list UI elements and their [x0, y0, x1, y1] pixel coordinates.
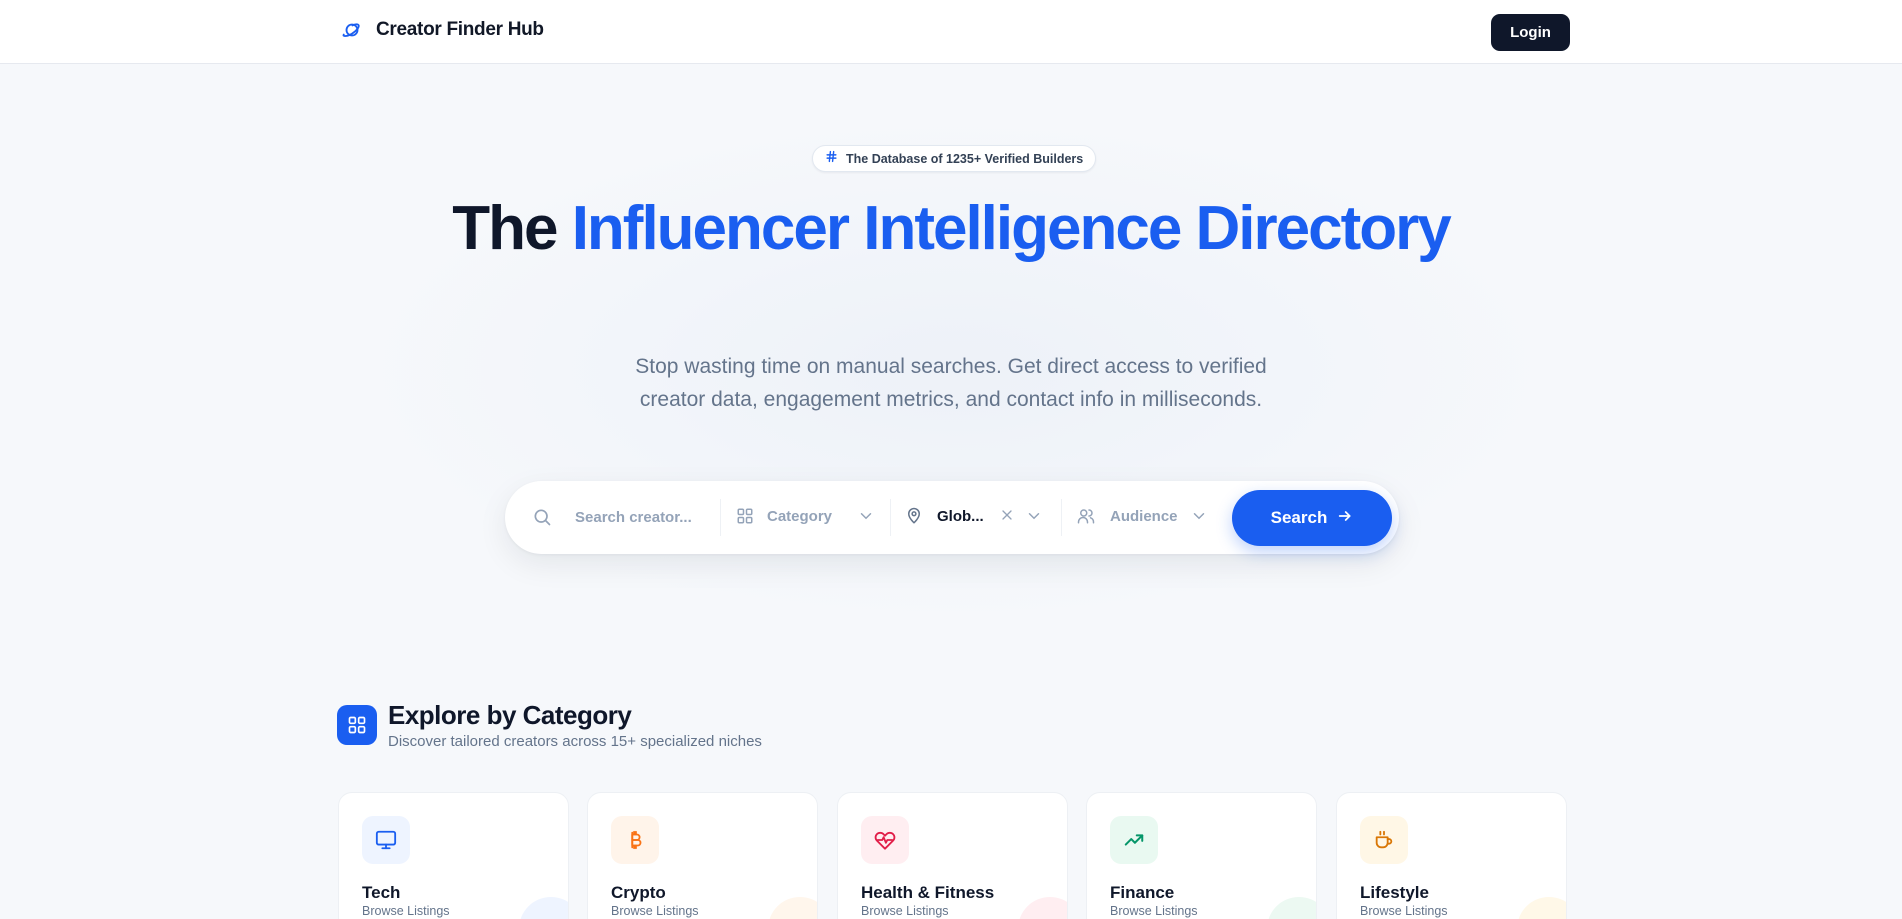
search-divider [1061, 499, 1062, 536]
chevron-down-icon [1190, 507, 1210, 527]
brand[interactable]: Creator Finder Hub [340, 18, 544, 42]
brand-name: Creator Finder Hub [376, 19, 544, 40]
search-button-label: Search [1270, 508, 1328, 527]
chevron-down-icon [857, 507, 877, 527]
verified-badge: The Database of 1235+ Verified Builders [812, 145, 1097, 172]
search-divider [890, 499, 891, 536]
trending-up-icon [1110, 816, 1158, 864]
location-value: Glob... [937, 508, 984, 525]
clear-icon[interactable] [999, 507, 1019, 527]
category-card-lifestyle[interactable]: Lifestyle Browse Listings [1336, 792, 1567, 919]
category-card-sub: Browse Listings [861, 904, 949, 918]
category-card-name: Lifestyle [1360, 883, 1429, 902]
category-card-health-fitness[interactable]: Health & Fitness Browse Listings [837, 792, 1068, 919]
category-card-sub: Browse Listings [1110, 904, 1198, 918]
category-card-finance[interactable]: Finance Browse Listings [1086, 792, 1317, 919]
search-button[interactable]: Search [1232, 490, 1392, 546]
hash-icon [825, 150, 838, 168]
decorative-circle [1267, 897, 1316, 919]
search-input[interactable] [575, 501, 700, 533]
category-card-sub: Browse Listings [611, 904, 699, 918]
login-button[interactable]: Login [1491, 14, 1570, 51]
arrow-right-icon [1337, 508, 1353, 529]
search-divider [720, 499, 721, 536]
category-card-name: Finance [1110, 883, 1175, 902]
category-card-crypto[interactable]: Crypto Browse Listings [587, 792, 818, 919]
chevron-down-icon [1025, 507, 1045, 527]
grid-icon [337, 705, 377, 745]
top-navbar: Creator Finder Hub Login [0, 0, 1902, 64]
category-label: Category [767, 508, 833, 525]
category-card-tech[interactable]: Tech Browse Listings [338, 792, 569, 919]
badge-text: The Database of 1235+ Verified Builders [846, 151, 1084, 166]
decorative-circle [768, 897, 817, 919]
map-pin-icon [905, 507, 925, 527]
users-icon [1077, 507, 1097, 527]
bitcoin-icon [611, 816, 659, 864]
decorative-circle [1018, 897, 1067, 919]
category-card-name: Crypto [611, 883, 666, 902]
audience-label: Audience [1110, 508, 1178, 525]
coffee-icon [1360, 816, 1408, 864]
category-section-subtitle: Discover tailored creators across 15+ sp… [388, 733, 762, 750]
category-card-name: Tech [362, 883, 401, 902]
heart-pulse-icon [861, 816, 909, 864]
hero-title: The Influencer Intelligence Directory [451, 194, 1452, 263]
search-icon [532, 507, 552, 527]
category-card-sub: Browse Listings [362, 904, 450, 918]
category-card-name: Health & Fitness [861, 883, 995, 902]
grid-icon [736, 507, 756, 527]
category-card-sub: Browse Listings [1360, 904, 1448, 918]
search-bar: Category Glob... Audience Search [505, 481, 1399, 554]
category-section-title: Explore by Category [388, 700, 632, 730]
monitor-icon [362, 816, 410, 864]
decorative-circle [519, 897, 568, 919]
hero-title-highlight: Influencer Intelligence Directory [571, 194, 1452, 263]
planet-icon [340, 18, 364, 42]
hero-title-dark: The [452, 194, 558, 263]
hero-subtitle: Stop wasting time on manual searches. Ge… [635, 355, 1267, 411]
decorative-circle [1517, 897, 1566, 919]
